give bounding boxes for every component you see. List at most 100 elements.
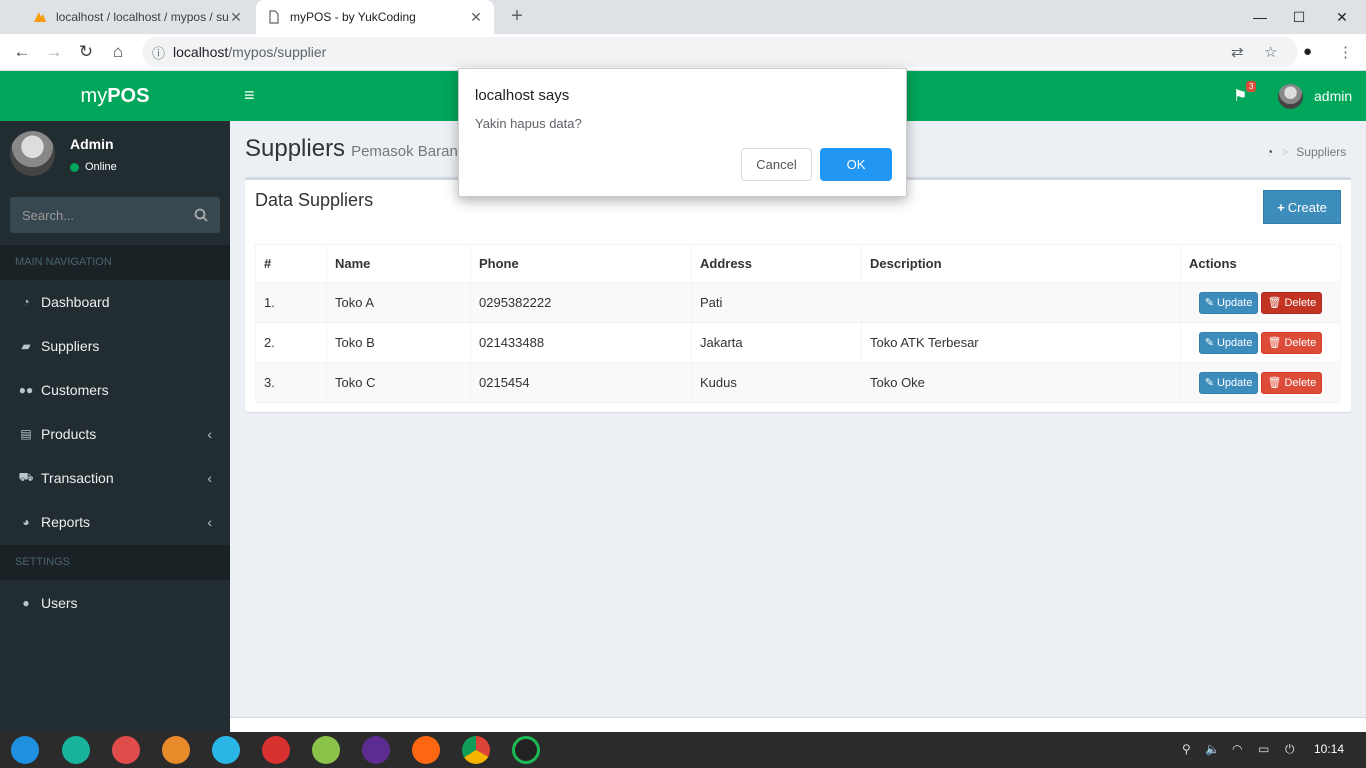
- wifi-icon[interactable]: ◠: [1232, 742, 1242, 756]
- update-button[interactable]: ✎ Update: [1198, 331, 1259, 354]
- url-host: localhost: [173, 44, 229, 60]
- delete-label: Delete: [1284, 296, 1317, 309]
- column-header: Name: [326, 244, 471, 283]
- sidebar-item-dashboard[interactable]: ◔ Dashboard: [0, 280, 230, 324]
- dashboard-icon: ◔: [22, 295, 30, 309]
- delete-button[interactable]: 🗑 Delete: [1261, 331, 1323, 354]
- sidebar-search[interactable]: Search...: [10, 197, 220, 233]
- sidebar-item-customers[interactable]: ●● Customers: [0, 368, 230, 412]
- delete-button[interactable]: 🗑 Delete: [1261, 291, 1323, 314]
- address-bar[interactable]: ⓘ localhost/mypos/supplier: [142, 37, 1298, 67]
- search-input[interactable]: Search...: [22, 208, 74, 223]
- camera-icon[interactable]: [512, 736, 540, 764]
- table-row: 3. Toko C 0215454 Kudus Toko Oke ✎ Update…: [255, 362, 1341, 403]
- back-icon[interactable]: ←: [10, 41, 34, 63]
- tab-phpmyadmin[interactable]: localhost / localhost / mypos / su ✕: [22, 0, 254, 34]
- logo-bold: POS: [107, 84, 150, 107]
- create-label: Create: [1287, 199, 1327, 215]
- truck-icon: ▰: [21, 339, 31, 353]
- tab-mypos[interactable]: myPOS - by YukCoding ✕: [256, 0, 494, 34]
- launcher-icon[interactable]: [11, 736, 39, 764]
- new-tab-icon[interactable]: +: [506, 5, 528, 28]
- menu-label: Dashboard: [41, 294, 110, 310]
- browser-toolbar: ← → ↻ ⌂ ⓘ localhost/mypos/supplier ⇄ ☆ ●…: [0, 34, 1366, 71]
- reload-icon[interactable]: ↻: [74, 41, 98, 63]
- cell-description: Toko Oke: [861, 362, 1181, 403]
- cell-phone: 0295382222: [470, 282, 692, 323]
- table-row: 1. Toko A 0295382222 Pati ✎ Update 🗑 Delet…: [255, 282, 1341, 323]
- cell-name: Toko B: [326, 322, 471, 363]
- sidebar-item-products[interactable]: ▤ Products ‹: [0, 412, 230, 456]
- cell-address: Pati: [691, 282, 862, 323]
- page-subtitle: Pemasok Barang: [351, 143, 467, 160]
- translate-icon[interactable]: ⇄: [1231, 43, 1244, 61]
- update-button[interactable]: ✎ Update: [1198, 291, 1259, 314]
- chrome-icon[interactable]: [462, 736, 490, 764]
- pencil-icon: ✎: [1204, 377, 1214, 389]
- info-icon[interactable]: ⓘ: [152, 43, 165, 62]
- confirm-dialog: localhost says Yakin hapus data? Cancel …: [458, 68, 907, 197]
- profile-icon[interactable]: ●: [1303, 43, 1312, 60]
- suppliers-table: # Name Phone Address Description Actions…: [255, 244, 1341, 403]
- terminal-icon[interactable]: [262, 736, 290, 764]
- forward-icon[interactable]: →: [42, 41, 66, 63]
- page-title: Suppliers Pemasok Barang: [245, 135, 466, 163]
- android-studio-icon[interactable]: [312, 736, 340, 764]
- close-icon[interactable]: ✕: [228, 9, 244, 26]
- menu-dots-icon[interactable]: ⋮: [1338, 43, 1353, 61]
- cell-no: 1.: [255, 282, 327, 323]
- maximize-icon[interactable]: ☐: [1287, 6, 1311, 28]
- top-user-name[interactable]: admin: [1314, 88, 1352, 104]
- column-header: Description: [861, 244, 1181, 283]
- user-panel: Admin Online: [0, 121, 230, 191]
- minimize-icon[interactable]: —: [1248, 6, 1272, 28]
- avatar[interactable]: [1278, 84, 1303, 109]
- menu-label: Products: [41, 426, 97, 442]
- sidebar-item-reports[interactable]: ◕ Reports ‹: [0, 500, 230, 544]
- home-icon[interactable]: ⌂: [106, 41, 130, 63]
- delete-button[interactable]: 🗑 Delete: [1261, 371, 1323, 394]
- menu-label: Transaction: [41, 470, 114, 486]
- power-icon[interactable]: ⏻: [1285, 742, 1295, 757]
- sidebar-item-users[interactable]: ● Users: [0, 581, 230, 625]
- sidebar-item-suppliers[interactable]: ▰ Suppliers: [0, 324, 230, 368]
- menu-label: Reports: [41, 514, 91, 530]
- create-button[interactable]: + Create: [1263, 190, 1341, 224]
- page-title-text: Suppliers: [245, 135, 346, 162]
- tab-title: localhost / localhost / mypos / su: [56, 10, 228, 24]
- cancel-button[interactable]: Cancel: [741, 148, 812, 181]
- app-logo[interactable]: my POS: [0, 71, 230, 121]
- file-manager-icon[interactable]: [212, 736, 240, 764]
- battery-icon[interactable]: ▭: [1258, 742, 1269, 756]
- dashboard-icon[interactable]: ◔: [1266, 145, 1273, 159]
- app-icon[interactable]: [162, 736, 190, 764]
- settings-header: SETTINGS: [0, 545, 230, 580]
- search-icon[interactable]: [194, 208, 208, 222]
- app-icon[interactable]: [112, 736, 140, 764]
- cell-name: Toko A: [326, 282, 471, 323]
- vscode-icon[interactable]: [362, 736, 390, 764]
- trash-icon: 🗑: [1267, 377, 1282, 389]
- bookmark-star-icon[interactable]: ☆: [1264, 43, 1277, 61]
- chevron-left-icon: ‹: [207, 470, 212, 486]
- close-icon[interactable]: ✕: [468, 9, 484, 26]
- logo-light: my: [80, 84, 108, 107]
- usb-icon[interactable]: ⚲: [1182, 742, 1191, 756]
- ok-button[interactable]: OK: [820, 148, 892, 181]
- app-icon[interactable]: [62, 736, 90, 764]
- dialog-title: localhost says: [475, 87, 570, 104]
- dialog-message: Yakin hapus data?: [475, 116, 582, 131]
- sidebar-item-transaction[interactable]: ⛟ Transaction ‹: [0, 456, 230, 500]
- column-header: Address: [691, 244, 862, 283]
- hamburger-menu-icon[interactable]: ≡: [244, 85, 255, 106]
- cell-no: 3.: [255, 362, 327, 403]
- update-button[interactable]: ✎ Update: [1198, 371, 1259, 394]
- cart-icon: ⛟: [18, 470, 34, 484]
- update-label: Update: [1216, 376, 1253, 389]
- window-close-icon[interactable]: ✕: [1330, 6, 1354, 28]
- cell-actions: ✎ Update 🗑 Delete: [1180, 322, 1341, 363]
- firefox-icon[interactable]: [412, 736, 440, 764]
- volume-icon[interactable]: 🔈: [1205, 742, 1220, 756]
- pencil-icon: ✎: [1204, 297, 1214, 309]
- menu-label: Users: [41, 595, 78, 611]
